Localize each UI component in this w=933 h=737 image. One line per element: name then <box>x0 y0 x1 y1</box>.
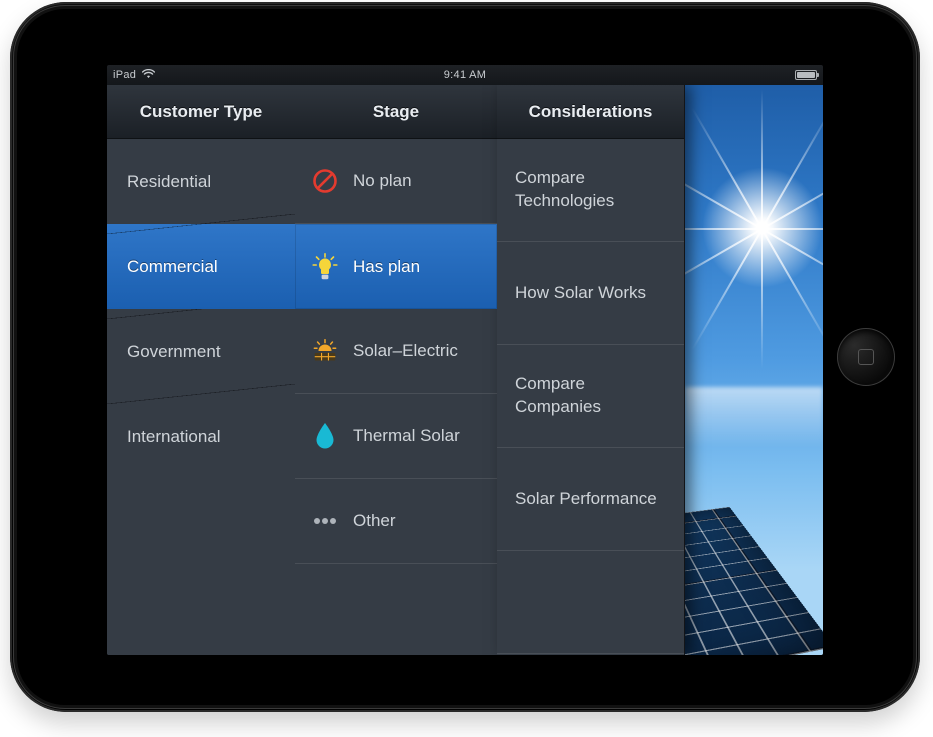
column-customer-type: Customer Type Residential Commercial Gov… <box>107 85 295 655</box>
stage-item-has-plan-selected[interactable]: Has plan <box>295 224 497 309</box>
battery-icon <box>795 70 817 80</box>
customer-type-label: International <box>127 427 221 447</box>
clock: 9:41 AM <box>444 69 486 81</box>
customer-type-item-government[interactable]: Government <box>107 309 295 394</box>
column-considerations: Considerations Compare Technologies How … <box>497 85 685 655</box>
status-bar: iPad 9:41 AM <box>107 65 823 85</box>
ipad-bezel: iPad 9:41 AM Cust <box>13 5 917 709</box>
status-left: iPad <box>113 69 155 82</box>
considerations-list: Compare Technologies How Solar Works Com… <box>497 139 684 655</box>
lightbulb-icon <box>311 253 339 281</box>
customer-type-label: Commercial <box>127 257 218 277</box>
column-stage: Stage No plan <box>295 85 497 655</box>
column-header-customer-type: Customer Type <box>107 85 295 139</box>
consideration-item-how-solar-works[interactable]: How Solar Works <box>497 242 684 345</box>
stage-label: Has plan <box>353 257 420 277</box>
customer-type-item-residential[interactable]: Residential <box>107 139 295 224</box>
no-plan-icon <box>311 167 339 195</box>
customer-type-item-commercial[interactable]: Commercial <box>107 224 295 309</box>
consideration-item-compare-technologies[interactable]: Compare Technologies <box>497 139 684 242</box>
wifi-icon <box>142 69 155 82</box>
stage-item-thermal-solar[interactable]: Thermal Solar <box>295 394 497 479</box>
sun-icon <box>762 228 764 230</box>
ellipsis-icon <box>311 507 339 535</box>
device-label: iPad <box>113 69 136 81</box>
consideration-item-compare-companies[interactable]: Compare Companies <box>497 345 684 448</box>
stage-label: No plan <box>353 171 412 191</box>
column-header-stage: Stage <box>295 85 497 139</box>
customer-type-list: Residential Commercial Government Intern… <box>107 139 295 655</box>
consideration-item-solar-performance[interactable]: Solar Performance <box>497 448 684 551</box>
stage-item-other[interactable]: Other <box>295 479 497 564</box>
stage-label: Solar–Electric <box>353 341 458 361</box>
screen: iPad 9:41 AM Cust <box>107 65 823 655</box>
water-drop-icon <box>311 422 339 450</box>
stage-label: Thermal Solar <box>353 426 460 446</box>
solar-panels-graphic <box>685 507 823 655</box>
stage-list: No plan <box>295 139 497 655</box>
consideration-label: How Solar Works <box>515 282 646 305</box>
consideration-label: Compare Companies <box>515 373 666 419</box>
status-right <box>795 70 817 80</box>
ipad-frame: iPad 9:41 AM Cust <box>10 2 920 712</box>
stage-item-solar-electric[interactable]: Solar–Electric <box>295 309 497 394</box>
horizon-glare <box>685 387 823 447</box>
consideration-item-more[interactable] <box>497 551 684 654</box>
consideration-label: Compare Technologies <box>515 167 666 213</box>
column-photo <box>685 85 823 655</box>
customer-type-label: Residential <box>127 172 211 192</box>
stage-item-no-plan[interactable]: No plan <box>295 139 497 224</box>
customer-type-label: Government <box>127 342 221 362</box>
app-content: Customer Type Residential Commercial Gov… <box>107 85 823 655</box>
solar-photo <box>685 85 823 655</box>
solar-electric-icon <box>311 337 339 365</box>
customer-type-item-international[interactable]: International <box>107 394 295 479</box>
stage-label: Other <box>353 511 396 531</box>
consideration-label: Solar Performance <box>515 488 657 511</box>
home-button-icon <box>858 349 874 365</box>
column-header-considerations: Considerations <box>497 85 684 139</box>
home-button[interactable] <box>837 328 895 386</box>
